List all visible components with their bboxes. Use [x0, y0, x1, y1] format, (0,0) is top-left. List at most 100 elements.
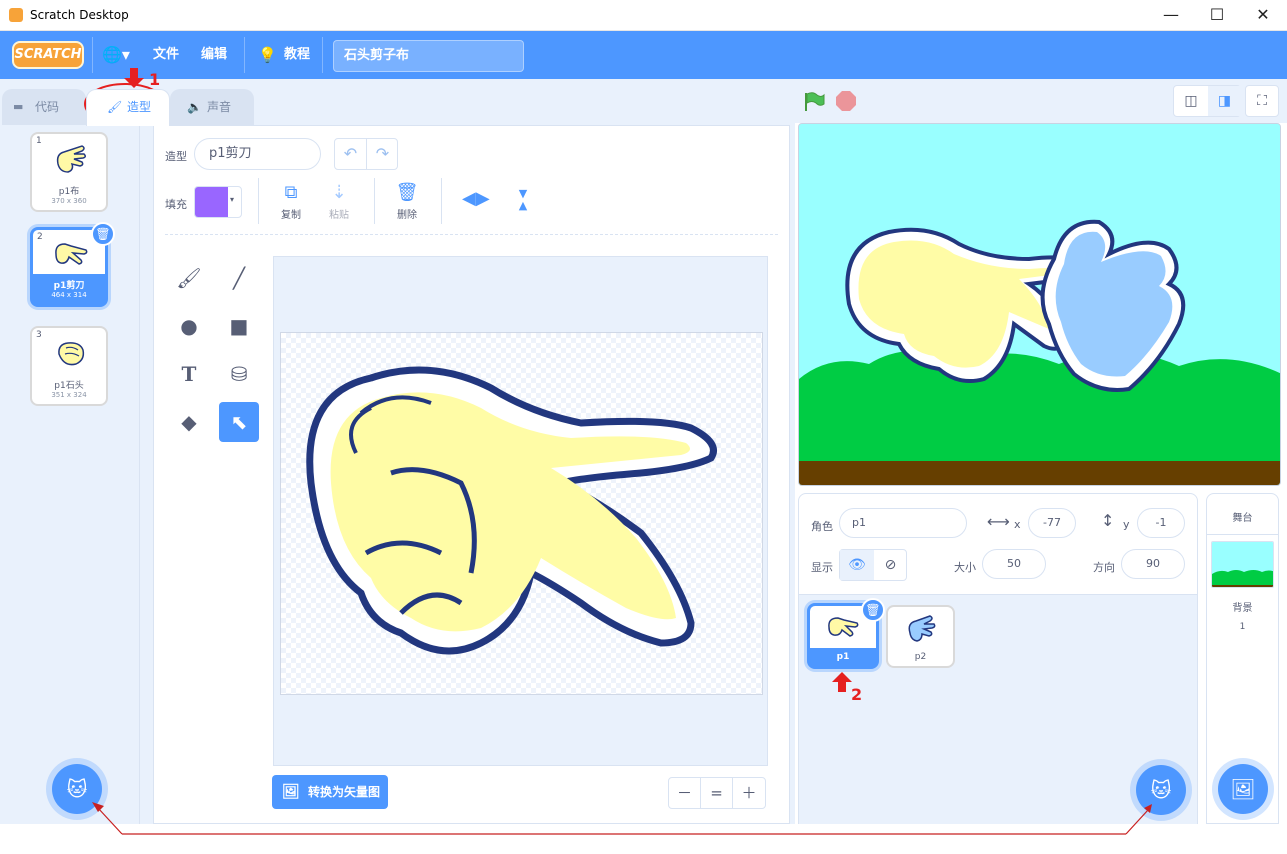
line-tool[interactable]: ╱	[219, 258, 259, 298]
toolbar-divider	[258, 178, 259, 224]
convert-to-vector-button[interactable]: 🖼 转换为矢量图	[272, 775, 388, 809]
costume-size: 464 x 314	[51, 291, 87, 299]
toolbar-divider	[374, 178, 375, 224]
delete-button[interactable]: 🗑 删除	[392, 182, 422, 221]
code-icon: ▬	[13, 100, 24, 113]
canvas-area	[273, 256, 768, 766]
sprite-item[interactable]: p2	[886, 605, 955, 668]
drawing-canvas[interactable]	[280, 332, 763, 695]
copy-button[interactable]: ⧉ 复制	[276, 182, 306, 221]
text-tool[interactable]: T	[169, 354, 209, 394]
delete-costume-button[interactable]: 🗑	[91, 222, 115, 246]
maximize-button[interactable]: ☐	[1194, 0, 1240, 31]
costume-number: 2	[37, 232, 43, 242]
hand-scissors-icon	[828, 617, 859, 637]
hand-paper-icon	[908, 615, 936, 642]
circle-tool[interactable]: ●	[169, 306, 209, 346]
choose-costume-button[interactable]: 🐱	[52, 764, 102, 814]
hand-scissors-icon	[55, 243, 88, 265]
backdrop-thumbnail[interactable]	[1211, 541, 1274, 588]
zoom-reset-button[interactable]: =	[701, 778, 733, 808]
trash-icon: 🗑	[395, 182, 419, 203]
stage-target-pane: 舞台 背景 1 🖼	[1206, 493, 1279, 824]
edit-menu[interactable]: 编辑	[201, 31, 227, 79]
costume-list: 1 p1布 370 x 360 2 p1剪刀 464 x 314 🗑 3 p1石…	[0, 125, 140, 824]
app-icon	[9, 8, 23, 22]
eraser-tool[interactable]: ◆	[169, 402, 209, 442]
green-flag-button[interactable]	[803, 91, 825, 113]
fullscreen-button[interactable]: ⛶	[1245, 85, 1279, 117]
stage[interactable]	[798, 123, 1281, 486]
fill-swatch	[195, 187, 228, 217]
x-position-input[interactable]: -77	[1028, 508, 1076, 538]
undo-redo-group: ↶ ↷	[334, 138, 398, 170]
flip-vertical-button[interactable]: ▼ ▲	[510, 188, 536, 212]
rectangle-tool[interactable]: ■	[219, 306, 259, 346]
redo-icon[interactable]: ↷	[367, 139, 398, 169]
close-button[interactable]: ✕	[1240, 0, 1286, 31]
tab-code[interactable]: ▬ 代码	[2, 89, 86, 125]
small-stage-button[interactable]: ◫	[1174, 86, 1208, 116]
delete-sprite-button[interactable]: 🗑	[861, 598, 885, 622]
brush-tool[interactable]: 🖌	[169, 258, 209, 298]
hand-paper-icon	[56, 145, 87, 173]
zoom-controls: － = ＋	[668, 777, 766, 809]
x-label: x	[1014, 518, 1021, 531]
speaker-icon: 🔈	[187, 100, 202, 114]
fullscreen-icon: ⛶	[1257, 93, 1267, 109]
tab-sounds[interactable]: 🔈 声音	[170, 89, 254, 125]
tutorials-menu[interactable]: 教程	[284, 31, 310, 79]
project-title-input[interactable]: 石头剪子布	[333, 40, 524, 72]
costume-item[interactable]: 3 p1石头 351 x 324	[30, 326, 108, 406]
zoom-in-button[interactable]: ＋	[733, 778, 765, 808]
image-plus-icon: 🖼	[1230, 777, 1256, 801]
costume-item[interactable]: 1 p1布 370 x 360	[30, 132, 108, 212]
flip-vertical-icon: ▼ ▲	[518, 187, 528, 212]
rectangle-icon: ■	[229, 314, 249, 338]
toolbar-separator	[165, 234, 778, 235]
costume-name: p1石头	[54, 381, 84, 391]
flip-horizontal-button[interactable]: ◀▶	[462, 188, 490, 212]
tab-costumes[interactable]: 🖌 造型	[86, 89, 170, 126]
scratch-logo[interactable]: SCRATCH	[12, 41, 84, 69]
large-stage-button[interactable]: ◨	[1208, 86, 1241, 116]
window-titlebar: Scratch Desktop — ☐ ✕	[0, 0, 1287, 31]
costume-name-input[interactable]: p1剪刀	[194, 138, 321, 170]
paste-button[interactable]: ⇣ 粘贴	[324, 182, 354, 221]
stage-size-toggle: ◫ ◨	[1173, 85, 1241, 117]
window-title: Scratch Desktop	[30, 8, 129, 22]
sprite-name: p2	[914, 652, 927, 662]
direction-label: 方向	[1093, 561, 1115, 574]
fill-tool[interactable]: ⛁	[219, 354, 259, 394]
lightbulb-icon: 💡	[258, 46, 277, 64]
x-arrows-icon: ⟷	[987, 512, 1010, 531]
menu-divider	[244, 37, 245, 73]
size-input[interactable]: 50	[982, 549, 1046, 579]
sprite-name-input[interactable]: p1	[839, 508, 967, 538]
costume-size: 351 x 324	[51, 391, 87, 399]
hide-sprite-button[interactable]: ⊘	[874, 550, 907, 580]
minimize-button[interactable]: —	[1148, 0, 1194, 31]
fill-color-picker[interactable]: ▾	[194, 186, 242, 218]
copy-label: 复制	[281, 210, 301, 221]
stop-button[interactable]	[836, 91, 856, 111]
stage-header: ◫ ◨ ⛶	[795, 79, 1287, 123]
stage-label: 舞台	[1232, 513, 1253, 524]
paint-bucket-icon: ⛁	[230, 362, 248, 386]
show-label: 显示	[811, 561, 833, 574]
show-sprite-button[interactable]: 👁	[840, 550, 874, 580]
flip-horizontal-icon: ◀▶	[462, 188, 490, 209]
green-flag-icon	[805, 92, 825, 111]
undo-icon[interactable]: ↶	[335, 139, 367, 169]
costume-name: p1剪刀	[53, 281, 85, 291]
select-tool[interactable]: ⬉	[219, 402, 259, 442]
tab-code-label: 代码	[35, 100, 60, 114]
annotation-label-2: 2	[851, 685, 863, 704]
choose-backdrop-button[interactable]: 🖼	[1218, 764, 1268, 814]
y-position-input[interactable]: -1	[1137, 508, 1185, 538]
zoom-out-button[interactable]: －	[669, 778, 701, 808]
copy-icon: ⧉	[284, 182, 298, 203]
direction-input[interactable]: 90	[1121, 549, 1185, 579]
language-menu[interactable]: 🌐▾	[102, 31, 130, 79]
choose-sprite-button[interactable]: 🐱	[1136, 765, 1186, 815]
